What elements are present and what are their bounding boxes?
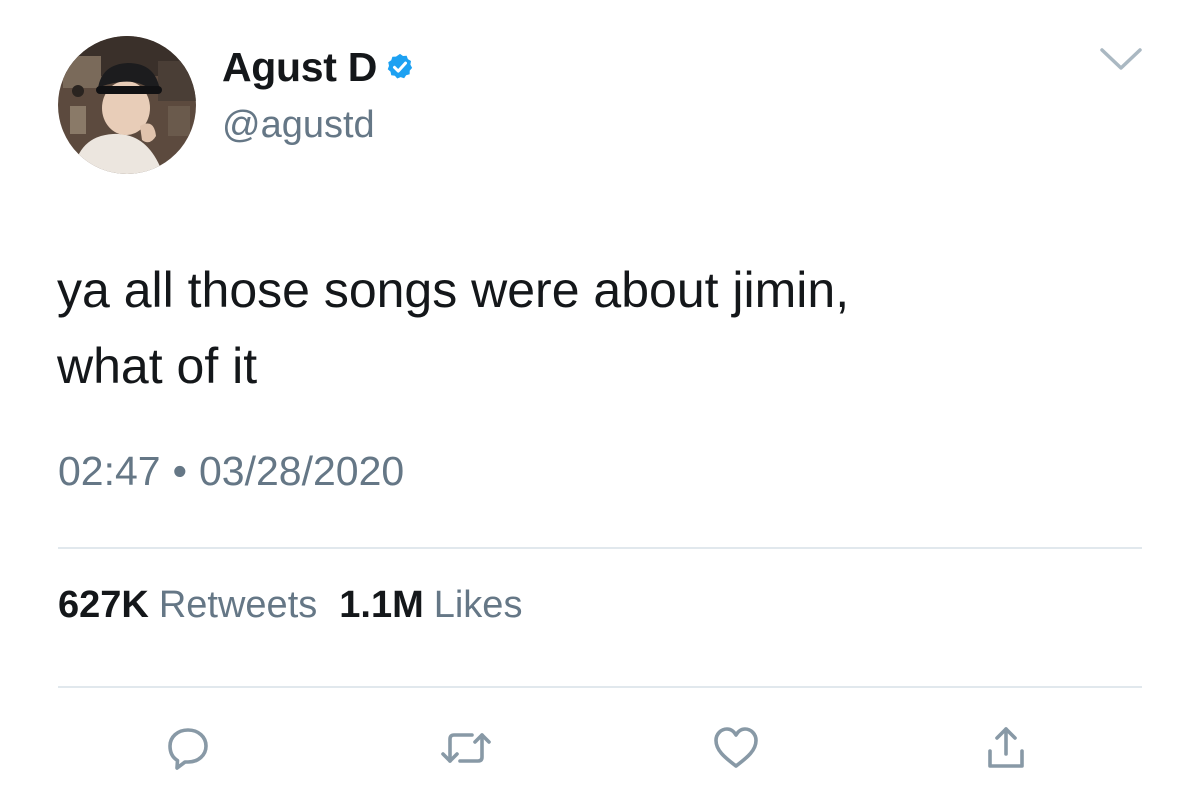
tweet-text-line: ya all those songs were about jimin, xyxy=(57,262,850,318)
author-handle[interactable]: @agustd xyxy=(222,104,375,147)
verified-badge-icon xyxy=(385,52,415,82)
likes-label: Likes xyxy=(433,584,523,626)
reply-button[interactable] xyxy=(158,720,218,780)
tweet-date: 03/28/2020 xyxy=(198,448,405,494)
share-button[interactable] xyxy=(976,720,1036,780)
avatar-photo xyxy=(58,36,196,174)
reply-icon xyxy=(163,723,213,778)
likes-count: 1.1M xyxy=(339,584,424,626)
heart-icon xyxy=(710,723,762,778)
share-icon xyxy=(981,723,1031,778)
author-name-row[interactable]: Agust D xyxy=(222,40,415,94)
tweet-time: 02:47 xyxy=(58,448,161,494)
engagement-stats: 627K Retweets 1.1M Likes xyxy=(58,584,522,627)
likes-stat[interactable]: 1.1M Likes xyxy=(339,584,522,627)
retweets-label: Retweets xyxy=(158,584,318,626)
tweet-timestamp[interactable]: 02:47 • 03/28/2020 xyxy=(58,448,404,495)
retweets-count: 627K xyxy=(58,584,149,626)
display-name[interactable]: Agust D xyxy=(222,44,377,91)
action-bar xyxy=(0,720,1200,780)
tweet-card: Agust D @agustd ya all those songs were … xyxy=(0,0,1200,801)
chevron-down-icon[interactable] xyxy=(1098,44,1144,74)
tweet-text: ya all those songs were about jimin, wha… xyxy=(57,252,1157,404)
like-button[interactable] xyxy=(706,720,766,780)
avatar[interactable] xyxy=(58,36,196,174)
retweet-icon xyxy=(438,723,494,778)
retweet-button[interactable] xyxy=(436,720,496,780)
divider xyxy=(58,686,1142,688)
divider xyxy=(58,547,1142,549)
timestamp-separator: • xyxy=(172,448,187,494)
tweet-text-line: what of it xyxy=(57,338,258,394)
retweets-stat[interactable]: 627K Retweets xyxy=(58,584,317,627)
